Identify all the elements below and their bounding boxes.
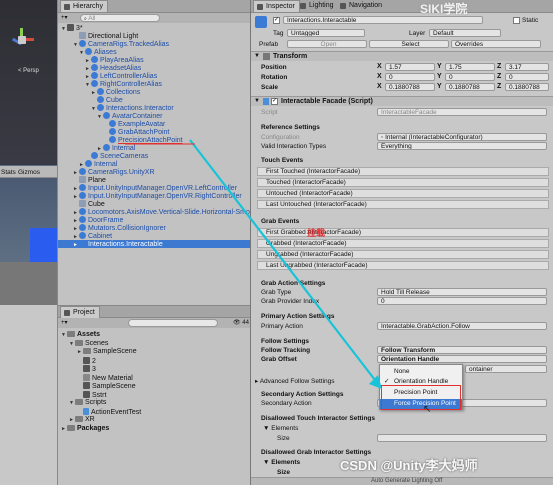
annotation-arrow	[125, 139, 382, 389]
annotation-red-mark: 挂载	[307, 228, 326, 238]
watermark-bottom: CSDN @Unity李大妈师	[340, 458, 478, 473]
watermark-top: SIKI学院	[420, 2, 468, 16]
